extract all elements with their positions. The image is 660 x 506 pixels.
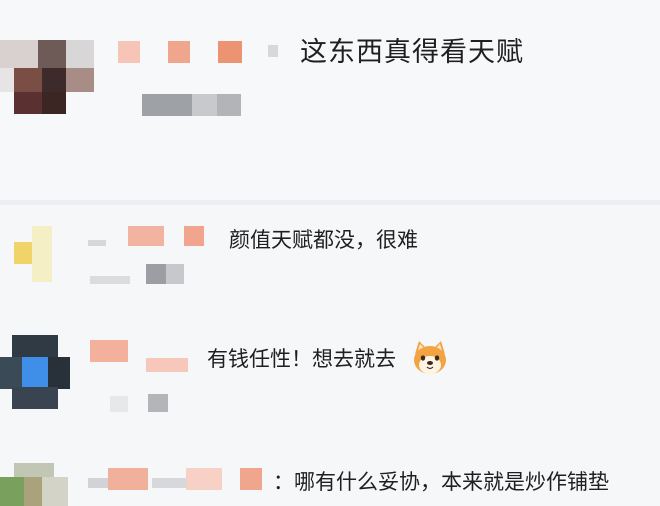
comment-meta-redacted (142, 94, 242, 116)
username-redacted[interactable] (88, 468, 263, 492)
username-redacted[interactable] (118, 41, 288, 63)
comment-text: 这东西真得看天赋 (300, 37, 524, 68)
shiba-dog-face-emoji-icon (414, 341, 446, 374)
avatar-pixelated[interactable] (0, 335, 72, 410)
comment-text: 有钱任性！想去就去 (207, 347, 396, 371)
comment-text: 颜值天赋都没，很难 (229, 228, 418, 252)
avatar-pixelated[interactable] (14, 226, 54, 283)
comment-meta-redacted (90, 264, 186, 286)
avatar-pixelated[interactable] (0, 40, 95, 115)
username-redacted[interactable] (90, 340, 192, 374)
comment-divider (0, 200, 660, 204)
comment-meta-redacted (110, 394, 170, 414)
username-redacted[interactable] (88, 226, 206, 248)
avatar-pixelated[interactable] (0, 463, 70, 506)
comment-text: ：哪有什么妥协，本来就是炒作铺垫 (273, 470, 609, 494)
